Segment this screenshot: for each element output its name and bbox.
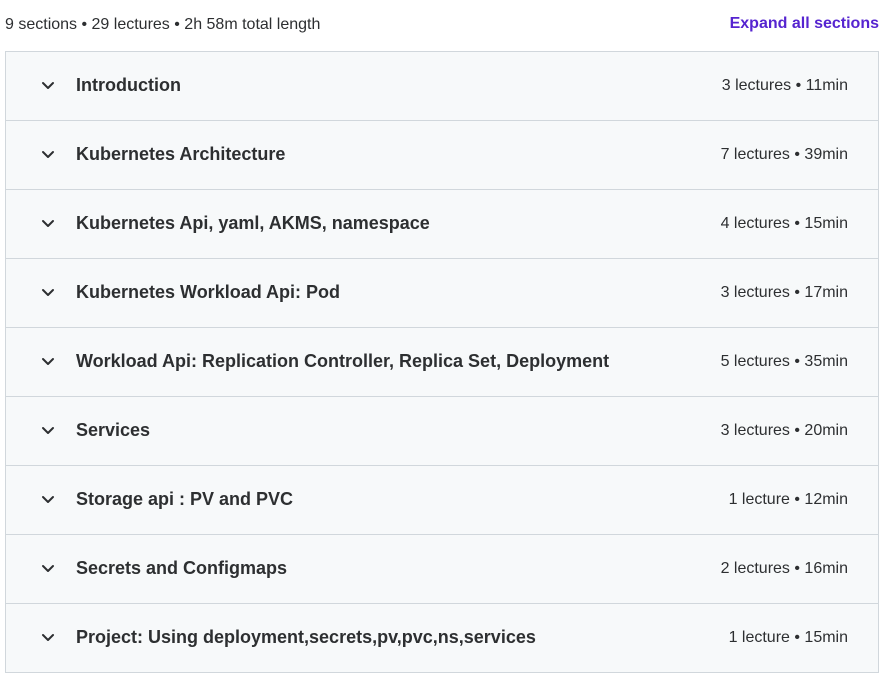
section-meta: 1 lecture • 15min	[728, 629, 848, 646]
section-title: Introduction	[76, 75, 181, 95]
section-meta: 3 lectures • 20min	[720, 422, 848, 439]
section-list: Introduction 3 lectures • 11min Kubernet…	[5, 51, 879, 673]
chevron-down-icon	[41, 561, 55, 575]
curriculum-summary: 9 sections • 29 lectures • 2h 58m total …	[5, 16, 321, 33]
section-row[interactable]: Project: Using deployment,secrets,pv,pvc…	[6, 604, 878, 672]
section-title: Secrets and Configmaps	[76, 558, 288, 578]
section-row[interactable]: Kubernetes Workload Api: Pod 3 lectures …	[6, 259, 878, 328]
chevron-down-icon	[41, 216, 55, 230]
chevron-down-icon	[41, 78, 55, 92]
section-meta: 1 lecture • 12min	[728, 491, 848, 508]
section-title: Kubernetes Architecture	[76, 144, 286, 164]
section-meta: 5 lectures • 35min	[720, 353, 848, 370]
chevron-down-icon	[41, 147, 55, 161]
section-row[interactable]: Storage api : PV and PVC 1 lecture • 12m…	[6, 466, 878, 535]
section-row[interactable]: Services 3 lectures • 20min	[6, 397, 878, 466]
section-row[interactable]: Workload Api: Replication Controller, Re…	[6, 328, 878, 397]
section-meta: 7 lectures • 39min	[720, 146, 848, 163]
section-title: Storage api : PV and PVC	[76, 489, 294, 509]
section-title: Kubernetes Workload Api: Pod	[76, 282, 341, 302]
section-row[interactable]: Secrets and Configmaps 2 lectures • 16mi…	[6, 535, 878, 604]
curriculum-summary-bar: 9 sections • 29 lectures • 2h 58m total …	[0, 0, 885, 51]
chevron-down-icon	[41, 630, 55, 644]
chevron-down-icon	[41, 423, 55, 437]
chevron-down-icon	[41, 492, 55, 506]
chevron-down-icon	[41, 285, 55, 299]
section-title: Services	[76, 420, 151, 440]
section-meta: 3 lectures • 17min	[720, 284, 848, 301]
expand-all-sections-button[interactable]: Expand all sections	[730, 15, 879, 33]
section-meta: 2 lectures • 16min	[720, 560, 848, 577]
section-meta: 3 lectures • 11min	[721, 77, 848, 94]
section-meta: 4 lectures • 15min	[720, 215, 848, 232]
section-title: Kubernetes Api, yaml, AKMS, namespace	[76, 213, 430, 233]
section-title: Project: Using deployment,secrets,pv,pvc…	[76, 627, 536, 647]
chevron-down-icon	[41, 354, 55, 368]
section-row[interactable]: Introduction 3 lectures • 11min	[6, 52, 878, 121]
section-row[interactable]: Kubernetes Api, yaml, AKMS, namespace 4 …	[6, 190, 878, 259]
section-title: Workload Api: Replication Controller, Re…	[76, 351, 610, 371]
section-row[interactable]: Kubernetes Architecture 7 lectures • 39m…	[6, 121, 878, 190]
